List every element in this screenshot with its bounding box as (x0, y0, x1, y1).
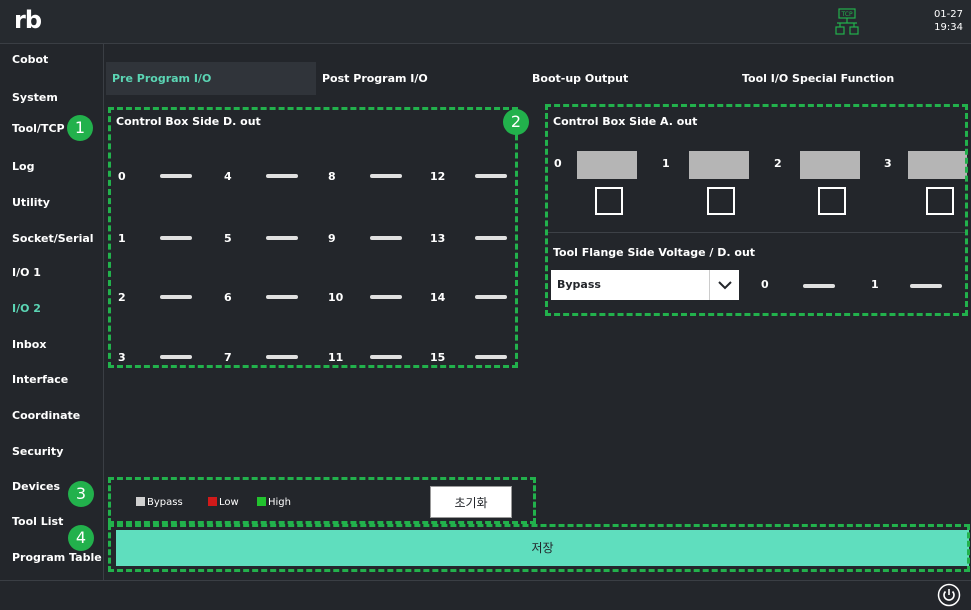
time-text: 19:34 (934, 22, 963, 33)
bottom-bar (0, 580, 971, 610)
sidebar-item-tool-list[interactable]: Tool List (12, 515, 63, 528)
sidebar-item-log[interactable]: Log (12, 160, 34, 173)
annotation-badge-4: 4 (68, 525, 94, 551)
annotation-box-3 (108, 477, 536, 524)
sidebar-item-interface[interactable]: Interface (12, 373, 68, 386)
sidebar-item-system[interactable]: System (12, 91, 58, 104)
tcp-label: TCP (840, 11, 853, 18)
annotation-box-2 (545, 104, 968, 316)
power-icon[interactable] (937, 583, 961, 607)
annotation-box-4 (108, 524, 970, 572)
sidebar-item-cobot[interactable]: Cobot (12, 53, 48, 66)
tab-post-program-io[interactable]: Post Program I/O (316, 62, 526, 95)
top-bar (0, 0, 971, 44)
sidebar-item-program-table[interactable]: Program Table (12, 551, 102, 564)
sidebar-item-devices[interactable]: Devices (12, 480, 60, 493)
tab-pre-program-io[interactable]: Pre Program I/O (106, 62, 316, 95)
sidebar-item-io1[interactable]: I/O 1 (12, 266, 41, 279)
tab-boot-up-output[interactable]: Boot-up Output (526, 62, 736, 95)
sidebar-item-coordinate[interactable]: Coordinate (12, 409, 80, 422)
date-text: 01-27 (933, 9, 963, 20)
annotation-box-1 (108, 107, 518, 368)
sidebar-item-inbox[interactable]: Inbox (12, 338, 46, 351)
tab-tool-io-special-function[interactable]: Tool I/O Special Function (736, 62, 966, 95)
network-icon: TCP (835, 8, 859, 35)
datetime: 01-27 19:34 (934, 8, 963, 34)
sidebar-item-socket-serial[interactable]: Socket/Serial (12, 232, 94, 245)
annotation-badge-1: 1 (67, 115, 93, 141)
sidebar-item-security[interactable]: Security (12, 445, 63, 458)
app-logo: rb (14, 6, 42, 34)
annotation-badge-2: 2 (503, 109, 529, 135)
sidebar-item-utility[interactable]: Utility (12, 196, 50, 209)
sidebar-item-tool-tcp[interactable]: Tool/TCP (12, 122, 65, 135)
sidebar-item-io2[interactable]: I/O 2 (12, 302, 41, 315)
annotation-badge-3: 3 (68, 481, 94, 507)
